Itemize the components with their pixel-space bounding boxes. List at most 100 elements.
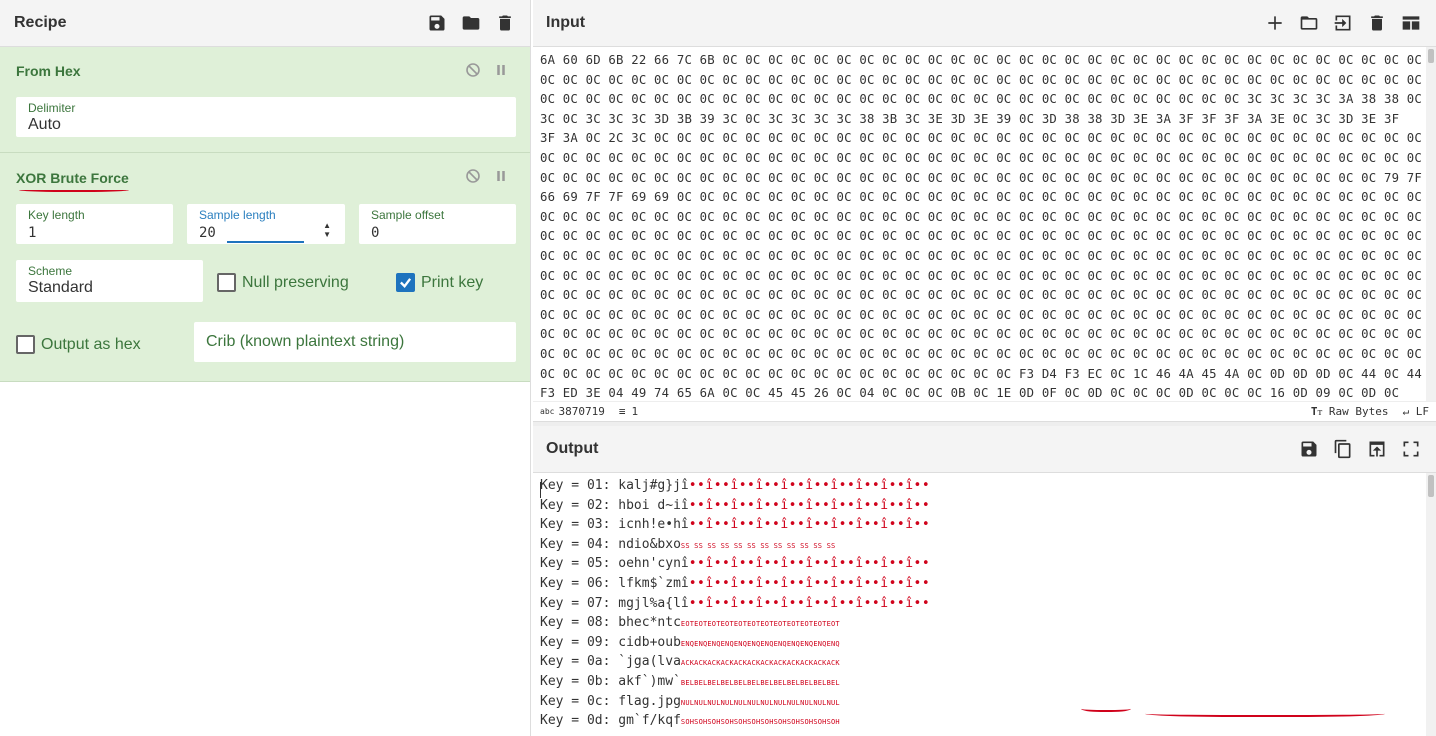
output-line: Key = 05: oehn'cynî ••î••î••î••î••î••î••î… bbox=[540, 554, 1426, 574]
output-header: Output bbox=[533, 426, 1436, 473]
save-icon[interactable] bbox=[426, 12, 448, 34]
control-chars: ENQENQENQENQENQENQENQENQENQENQENQENQ bbox=[680, 639, 840, 648]
control-chars: EOTEOTEOTEOTEOTEOTEOTEOTEOTEOTEOTEOT bbox=[680, 620, 840, 629]
control-chars: BELBELBELBELBELBELBELBELBELBELBELBEL bbox=[680, 678, 840, 687]
key-label: Key = 0d: bbox=[540, 713, 619, 729]
red-annotation-underline bbox=[19, 187, 129, 192]
input-title: Input bbox=[546, 14, 586, 31]
decoded-text: hboi d~iî bbox=[618, 497, 689, 513]
key-label: Key = 02: bbox=[540, 497, 619, 513]
null-preserving-checkbox[interactable]: Null preserving bbox=[217, 273, 349, 292]
input-length: 3870719 bbox=[558, 405, 605, 418]
key-label: Key = 0a: bbox=[540, 654, 619, 670]
input-scrollbar[interactable] bbox=[1426, 47, 1436, 401]
plus-icon[interactable] bbox=[1264, 12, 1286, 34]
hex-line: 0C 0C 0C 0C 0C 0C 0C 0C 0C 0C 0C 0C 0C 0… bbox=[540, 150, 1422, 165]
output-title: Output bbox=[546, 440, 599, 457]
decoded-text: icnh!e•hî bbox=[618, 517, 689, 533]
recipe-header: Recipe bbox=[0, 0, 530, 47]
control-chars: ••î••î••î••î••î••î••î••î••î•• bbox=[688, 595, 931, 611]
key-length-field[interactable]: Key length 1 bbox=[16, 204, 173, 244]
pause-icon[interactable] bbox=[494, 63, 508, 77]
scheme-value: Standard bbox=[28, 279, 93, 296]
input-toolbar bbox=[1264, 12, 1422, 34]
hex-line: 3F 3A 0C 2C 3C 0C 0C 0C 0C 0C 0C 0C 0C 0… bbox=[540, 131, 1422, 146]
crib-placeholder: Crib (known plaintext string) bbox=[206, 333, 405, 350]
decoded-text: `jga(lva bbox=[618, 654, 681, 670]
number-stepper[interactable]: ▲ ▼ bbox=[323, 221, 331, 239]
decoded-text: cidb+oub bbox=[618, 634, 681, 650]
scrollbar-thumb[interactable] bbox=[1428, 49, 1434, 63]
delimiter-select[interactable]: Delimiter Auto bbox=[16, 97, 516, 137]
input-header: Input bbox=[533, 0, 1436, 47]
key-label: Key = 0b: bbox=[540, 673, 619, 689]
output-line: Key = 09: cidb+oub ENQENQENQENQENQENQENQE… bbox=[540, 633, 1426, 653]
output-text-area[interactable]: Key = 01: kalj#g}jî ••î••î••î••î••î••î••î… bbox=[533, 473, 1426, 736]
key-label: Key = 01: bbox=[540, 478, 619, 493]
recipe-title: Recipe bbox=[14, 14, 67, 31]
crib-input[interactable]: Crib (known plaintext string) bbox=[194, 322, 516, 362]
checkbox-box[interactable] bbox=[396, 273, 415, 292]
checkbox-box[interactable] bbox=[16, 335, 35, 354]
import-icon[interactable] bbox=[1332, 12, 1354, 34]
output-line: Key = 0a: `jga(lva ACKACKACKACKACKACKACKA… bbox=[540, 652, 1426, 672]
status-right: Tᴛ Raw Bytes ↵ LF bbox=[1311, 405, 1429, 418]
key-label: Key = 06: bbox=[540, 575, 619, 591]
length-icon: abc bbox=[540, 407, 555, 416]
hex-line: 0C 0C 0C 0C 0C 0C 0C 0C 0C 0C 0C 0C 0C 0… bbox=[540, 72, 1422, 87]
folder-icon[interactable] bbox=[460, 12, 482, 34]
decoded-text: akf`)mw` bbox=[618, 673, 681, 689]
hex-line: 0C 0C 0C 0C 0C 0C 0C 0C 0C 0C 0C 0C 0C 0… bbox=[540, 307, 1422, 322]
key-label: Key = 03: bbox=[540, 517, 619, 533]
operation-from-hex: From Hex Delimiter Auto bbox=[0, 47, 530, 153]
hex-line: 0C 0C 0C 0C 0C 0C 0C 0C 0C 0C 0C 0C 0C 0… bbox=[540, 92, 1422, 107]
print-key-checkbox[interactable]: Print key bbox=[396, 273, 483, 292]
output-line: Key = 02: hboi d~iî ••î••î••î••î••î••î••î… bbox=[540, 496, 1426, 516]
trash-icon[interactable] bbox=[1366, 12, 1388, 34]
focus-underline bbox=[227, 241, 304, 243]
save-icon[interactable] bbox=[1298, 438, 1320, 460]
disable-icon[interactable] bbox=[466, 169, 480, 183]
null-preserving-label: Null preserving bbox=[242, 273, 349, 291]
sample-length-field[interactable]: Sample length 20 ▲ ▼ bbox=[187, 204, 345, 244]
sample-offset-field[interactable]: Sample offset 0 bbox=[359, 204, 516, 244]
input-panel: Input 6A 60 6D 6B 22 66 7C 6B 0C 0C 0C 0… bbox=[533, 0, 1436, 422]
disable-icon[interactable] bbox=[466, 63, 480, 77]
copy-icon[interactable] bbox=[1332, 438, 1354, 460]
hex-line: 0C 0C 0C 0C 0C 0C 0C 0C 0C 0C 0C 0C 0C 0… bbox=[540, 346, 1422, 361]
control-chars: NULNULNULNULNULNULNULNULNULNULNULNUL bbox=[680, 698, 840, 707]
folder-icon[interactable] bbox=[1298, 12, 1320, 34]
hex-line: 0C 0C 0C 0C 0C 0C 0C 0C 0C 0C 0C 0C 0C 0… bbox=[540, 268, 1422, 283]
hex-line: 0C 0C 0C 0C 0C 0C 0C 0C 0C 0C 0C 0C 0C 0… bbox=[540, 288, 1422, 303]
hex-line: 3C 0C 3C 3C 3C 3D 3B 39 3C 0C 3C 3C 3C 3… bbox=[540, 111, 1400, 126]
input-text-area[interactable]: 6A 60 6D 6B 22 66 7C 6B 0C 0C 0C 0C 0C 0… bbox=[533, 47, 1426, 401]
print-key-label: Print key bbox=[421, 273, 484, 291]
maximize-icon[interactable] bbox=[1400, 438, 1422, 460]
replace-input-icon[interactable] bbox=[1366, 438, 1388, 460]
output-line: Key = 03: icnh!e•hî ••î••î••î••î••î••î••î… bbox=[540, 515, 1426, 535]
delimiter-label: Delimiter bbox=[28, 101, 76, 115]
scrollbar-thumb[interactable] bbox=[1428, 475, 1434, 497]
output-line: Key = 01: kalj#g}jî ••î••î••î••î••î••î••î… bbox=[540, 476, 1426, 496]
hex-line: 66 69 7F 7F 69 69 0C 0C 0C 0C 0C 0C 0C 0… bbox=[540, 190, 1422, 205]
output-line: Key = 0b: akf`)mw` BELBELBELBELBELBELBELB… bbox=[540, 672, 1426, 692]
operation-title: From Hex bbox=[16, 63, 81, 79]
decoded-text: oehn'cynî bbox=[618, 556, 689, 572]
trash-icon[interactable] bbox=[494, 12, 516, 34]
red-annotation-underline bbox=[1145, 709, 1385, 717]
control-chars: ••î••î••î••î••î••î••î••î••î•• bbox=[688, 575, 931, 591]
key-label: Key = 09: bbox=[540, 634, 619, 650]
checkbox-box[interactable] bbox=[217, 273, 236, 292]
eol-selector[interactable]: ↵ LF bbox=[1403, 405, 1430, 418]
decoded-text: ndio&bxo bbox=[618, 536, 681, 552]
layout-icon[interactable] bbox=[1400, 12, 1422, 34]
encoding-selector[interactable]: Tᴛ Raw Bytes bbox=[1311, 405, 1389, 418]
output-scrollbar[interactable] bbox=[1426, 473, 1436, 736]
scheme-label: Scheme bbox=[28, 264, 73, 278]
scheme-select[interactable]: Scheme Standard bbox=[16, 260, 203, 302]
pause-icon[interactable] bbox=[494, 169, 508, 183]
red-annotation-underline bbox=[1081, 704, 1131, 712]
output-as-hex-checkbox[interactable]: Output as hex bbox=[16, 335, 141, 354]
key-length-value: 1 bbox=[28, 225, 37, 241]
decoded-text: gm`f/kqf bbox=[618, 713, 681, 729]
